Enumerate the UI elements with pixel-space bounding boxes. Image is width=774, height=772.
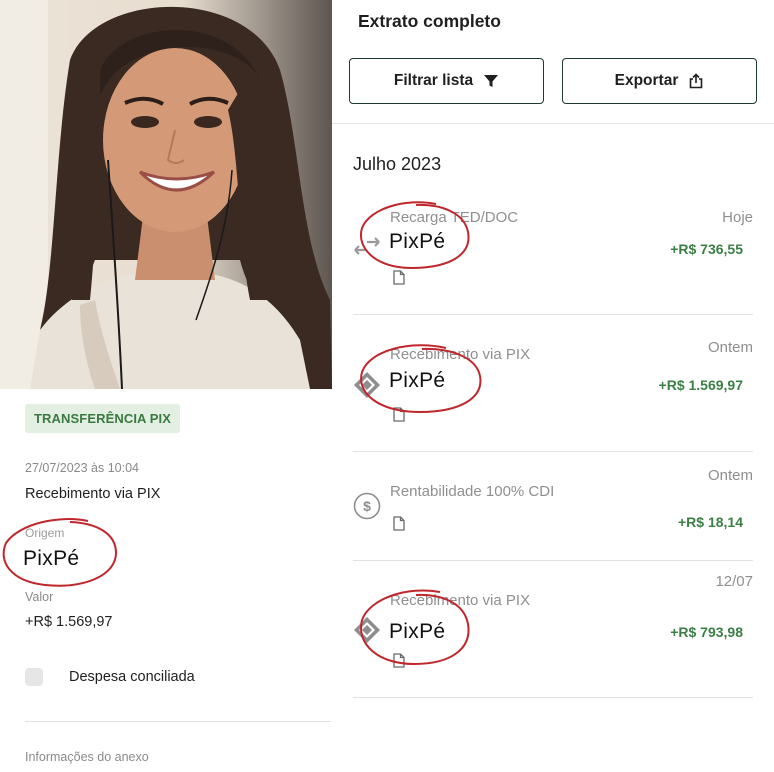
transaction-datetime: 27/07/2023 às 10:04 — [25, 461, 139, 475]
filter-list-label: Filtrar lista — [393, 72, 474, 89]
transaction-type: Recebimento via PIX — [25, 486, 161, 502]
divider — [25, 721, 331, 722]
red-annotation-circle — [360, 344, 482, 414]
transaction-amount: +R$ 18,14 — [678, 514, 743, 530]
page-title: Extrato completo — [358, 11, 501, 31]
transaction-row[interactable]: Recarga TED/DOC PixPé Hoje +R$ 736,55 — [332, 196, 774, 314]
reconciled-checkbox[interactable] — [25, 668, 43, 686]
red-annotation-circle — [360, 589, 470, 666]
transfer-type-badge: TRANSFERÊNCIA PIX — [25, 404, 181, 433]
transaction-date: Ontem — [707, 339, 753, 356]
reconciled-checkbox-row[interactable]: Despesa conciliada — [25, 668, 195, 686]
reconciled-label: Despesa conciliada — [69, 669, 195, 685]
divider — [332, 123, 774, 124]
svg-text:$: $ — [363, 498, 371, 514]
profile-photo — [0, 0, 332, 389]
divider — [353, 451, 753, 452]
filter-icon — [483, 73, 499, 89]
document-icon[interactable] — [393, 270, 405, 290]
transaction-row[interactable]: $ Rentabilidade 100% CDI Ontem +R$ 18,14 — [332, 462, 774, 560]
transaction-title: Rentabilidade 100% CDI — [390, 483, 555, 500]
value-amount: +R$ 1.569,97 — [25, 614, 113, 630]
document-icon[interactable] — [393, 516, 405, 536]
filter-list-button[interactable]: Filtrar lista — [349, 58, 544, 104]
transaction-date: 12/07 — [715, 573, 753, 590]
divider — [353, 697, 753, 698]
transaction-date: Ontem — [707, 467, 753, 484]
export-label: Exportar — [614, 72, 679, 89]
value-label: Valor — [25, 590, 54, 604]
divider — [353, 314, 753, 315]
divider — [353, 560, 753, 561]
transaction-row[interactable]: Recebimento via PIX PixPé Ontem +R$ 1.56… — [332, 336, 774, 451]
transaction-row[interactable]: Recebimento via PIX PixPé 12/07 +R$ 793,… — [332, 572, 774, 697]
dollar-circle-icon: $ — [353, 492, 381, 525]
red-annotation-circle — [359, 201, 470, 270]
export-button[interactable]: Exportar — [562, 58, 757, 104]
attachment-info-label: Informações do anexo — [25, 750, 149, 764]
transaction-amount: +R$ 736,55 — [670, 241, 743, 257]
month-header: Julho 2023 — [353, 154, 442, 174]
statement-panel: Extrato completo Filtrar lista Exportar … — [332, 0, 774, 772]
transaction-amount: +R$ 793,98 — [670, 624, 743, 640]
red-annotation-circle — [2, 518, 118, 587]
transaction-amount: +R$ 1.569,97 — [658, 377, 743, 393]
transaction-detail-panel: TRANSFERÊNCIA PIX 27/07/2023 às 10:04 Re… — [0, 0, 332, 772]
transaction-date: Hoje — [722, 209, 753, 226]
share-icon — [688, 73, 704, 89]
